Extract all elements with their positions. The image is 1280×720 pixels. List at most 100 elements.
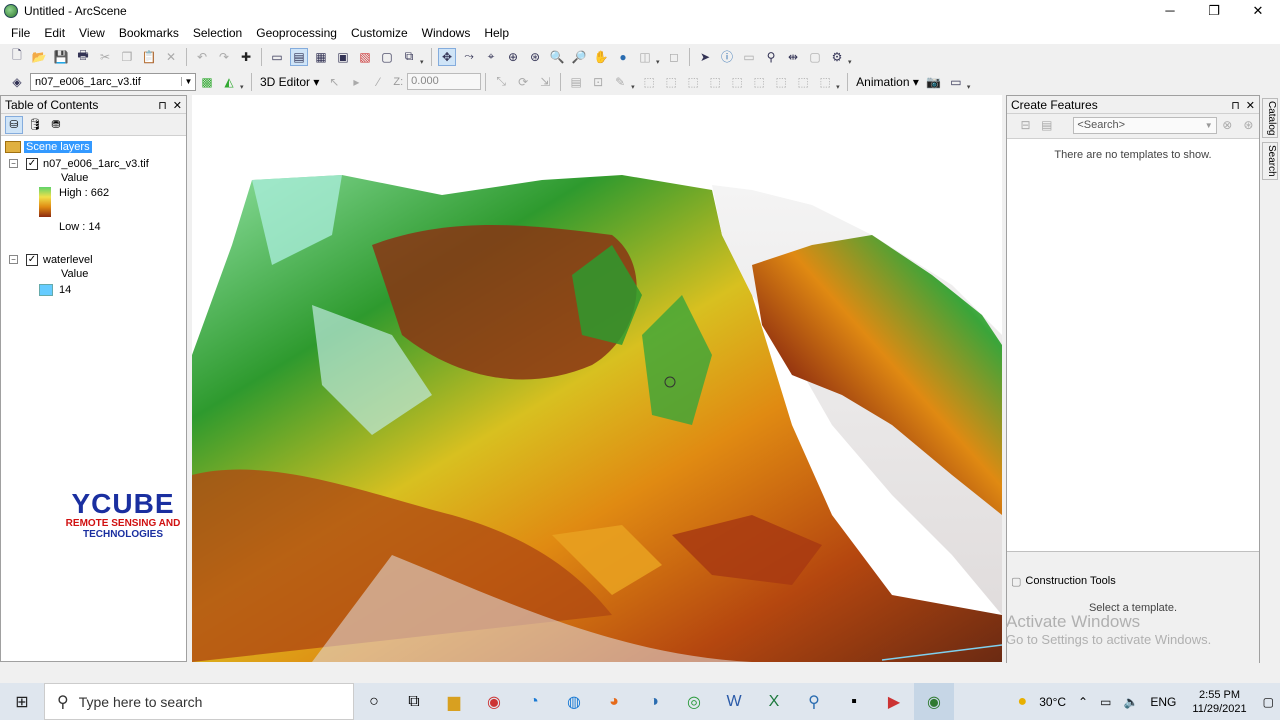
notifications-icon[interactable]: ▢ [1263,695,1274,709]
search-clear-icon[interactable]: ⊗ [1219,116,1236,134]
animation-controls-icon[interactable]: ▭ [947,73,965,91]
menu-view[interactable]: View [72,26,112,40]
navigate-icon[interactable]: ✥ [438,47,456,66]
save-icon[interactable]: 💾 [52,48,70,66]
close-icon[interactable]: ✕ [1246,100,1255,112]
z-input[interactable]: 0.000 [407,73,482,90]
list-by-drawing-order-icon[interactable]: ⛁ [5,115,23,134]
arcscene-taskbar-icon[interactable]: ◉ [914,683,954,720]
volume-icon[interactable]: 🔈 [1123,695,1138,709]
edit-annotation-icon[interactable]: ✎ [611,73,629,91]
taskbar-search-box[interactable]: ⚲ Type here to search [44,683,354,720]
capture-view-icon[interactable]: 📷 [925,73,943,91]
zoom-out-icon[interactable]: 🔎 [570,48,588,66]
layer-visibility-checkbox[interactable]: ✓ [26,157,38,170]
sketch-icon[interactable]: ⊡ [589,73,607,91]
identify-icon[interactable]: ⓘ [718,48,736,66]
catalog-window-icon[interactable]: ▦ [312,48,330,66]
close-icon[interactable]: ✕ [173,100,182,112]
pan-icon[interactable]: ✋ [592,48,610,66]
menu-selection[interactable]: Selection [186,26,249,40]
minimize-button[interactable]: ─ [1148,0,1192,22]
pin-icon[interactable]: ⊓ [158,100,167,112]
app-icon[interactable]: ▶ [874,683,914,720]
scene-properties-icon[interactable]: ▭ [268,48,286,66]
organize-templates-icon[interactable]: ⊟ [1017,116,1034,134]
firefox-icon[interactable]: ◕ [594,683,634,720]
paste-icon[interactable]: 📋 [140,48,158,66]
search-tab[interactable]: Search [1262,142,1278,181]
redo-icon[interactable]: ↷ [215,48,233,66]
cortana-icon[interactable]: ○ [354,683,394,720]
app-icon[interactable]: ▪ [834,683,874,720]
menu-bookmarks[interactable]: Bookmarks [112,26,186,40]
word-icon[interactable]: W [714,683,754,720]
print-icon[interactable]: 🖶 [74,48,92,66]
search-options-icon[interactable]: ⊛ [1240,116,1257,134]
layer-properties-icon[interactable]: ◭ [220,73,238,91]
undo-icon[interactable]: ↶ [193,48,211,66]
broaden-fov-icon[interactable]: ◻ [665,48,683,66]
layer-row-dem[interactable]: − ✓ n07_e006_1arc_v3.tif [9,155,186,172]
python-window-icon[interactable]: ▢ [378,48,396,66]
language-indicator[interactable]: ENG [1150,695,1176,709]
edit-vertices-icon[interactable]: ▸ [347,73,365,91]
layer-select[interactable]: n07_e006_1arc_v3.tif ▼ [30,72,196,91]
3d-tool-8-icon[interactable]: ⬚ [794,73,812,91]
layer-row-waterlevel[interactable]: − ✓ waterlevel [9,251,186,268]
animation-menu[interactable]: Animation ▾ [852,75,923,89]
menu-edit[interactable]: Edit [37,26,72,40]
add-layer-icon[interactable]: ▩ [198,73,216,91]
edge-icon[interactable]: ◔ [514,683,554,720]
windows-start-icon[interactable]: ⊞ [0,683,44,720]
app-icon[interactable]: ◍ [554,683,594,720]
measure-icon[interactable]: ⇹ [784,48,802,66]
scene-view[interactable] [192,95,1002,662]
3d-tool-1-icon[interactable]: ⬚ [640,73,658,91]
task-view-icon[interactable]: ⧉ [394,683,434,720]
narrow-fov-icon[interactable]: ◫ [636,48,654,66]
line-tool-icon[interactable]: ⁄ [369,73,387,91]
zoom-in-icon[interactable]: 🔍 [548,48,566,66]
select-features-icon[interactable]: ➤ [696,48,714,66]
excel-icon[interactable]: X [754,683,794,720]
search-app-icon[interactable]: ⚲ [794,683,834,720]
rotate-icon[interactable]: ⟳ [514,73,532,91]
list-by-source-icon[interactable]: 🛢 [26,116,44,134]
collapse-icon[interactable]: − [9,255,18,264]
open-folder-icon[interactable]: 📂 [30,48,48,66]
list-by-visibility-icon[interactable]: ⛃ [47,116,65,134]
3d-tool-2-icon[interactable]: ⬚ [662,73,680,91]
zoom-to-target-icon[interactable]: ⊕ [504,48,522,66]
app-icon[interactable]: ◑ [634,683,674,720]
full-extent-icon[interactable]: ● [614,48,632,66]
taskbar-clock[interactable]: 2:55 PM 11/29/2021 [1192,688,1246,716]
move-icon[interactable]: ⤡ [492,73,510,91]
delete-icon[interactable]: ✕ [162,48,180,66]
layer-visibility-checkbox[interactable]: ✓ [26,253,38,266]
edit-tool-icon[interactable]: ↖ [325,73,343,91]
file-explorer-icon[interactable]: ▆ [434,683,474,720]
menu-help[interactable]: Help [477,26,516,40]
fly-icon[interactable]: ⤳ [460,48,478,66]
target-center-icon[interactable]: ⌖ [482,48,500,66]
add-data-icon[interactable]: ✚ [237,48,255,66]
template-properties-icon[interactable]: ▤ [1038,116,1055,134]
3d-tool-7-icon[interactable]: ⬚ [772,73,790,91]
menu-windows[interactable]: Windows [415,26,478,40]
collapse-icon[interactable]: − [9,159,18,168]
3d-tool-6-icon[interactable]: ⬚ [750,73,768,91]
chrome-icon[interactable]: ◎ [674,683,714,720]
cut-icon[interactable]: ✂ [96,48,114,66]
menu-geoprocessing[interactable]: Geoprocessing [249,26,344,40]
catalog-tab[interactable]: Catalog [1262,98,1278,139]
pin-icon[interactable]: ⊓ [1231,100,1240,112]
template-search-input[interactable]: <Search> ▼ [1073,116,1217,134]
3d-tool-9-icon[interactable]: ⬚ [816,73,834,91]
3d-tool-5-icon[interactable]: ⬚ [728,73,746,91]
3d-tool-4-icon[interactable]: ⬚ [706,73,724,91]
globe-settings-icon[interactable]: ⚙ [828,48,846,66]
network-icon[interactable]: ▭ [1100,695,1111,709]
attributes-icon[interactable]: ▤ [567,73,585,91]
menu-customize[interactable]: Customize [344,26,415,40]
